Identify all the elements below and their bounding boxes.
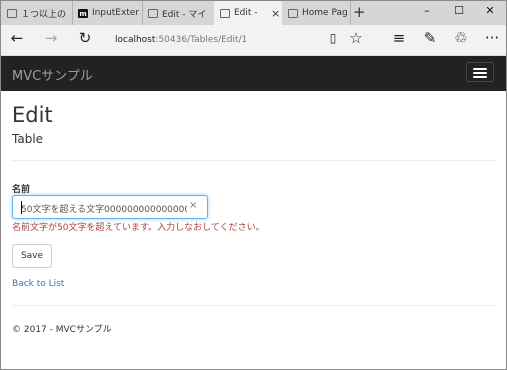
url-host: localhost	[115, 35, 156, 45]
page-title: Edit	[12, 103, 53, 127]
page-icon	[220, 8, 230, 18]
minimize-icon[interactable]: –	[420, 4, 434, 17]
back-arrow-icon[interactable]: ←	[7, 29, 27, 47]
menu-toggle-button[interactable]	[466, 62, 494, 82]
address-toolbar: ← → ↻ localhost:50436/Tables/Edit/1 ▯ ☆ …	[1, 25, 506, 56]
hub-icon[interactable]: ≡	[389, 29, 409, 47]
page-subtitle: Table	[12, 132, 44, 146]
divider	[12, 160, 496, 161]
tab-label: Edit -	[234, 8, 258, 18]
text-caret	[21, 201, 22, 214]
page-icon	[288, 8, 298, 18]
site-navbar: MVCサンプル	[1, 56, 506, 91]
save-button[interactable]: Save	[12, 244, 52, 268]
tab-label: Edit - マイ	[162, 9, 207, 20]
forward-arrow-icon[interactable]: →	[41, 29, 61, 47]
validation-error: 名前文字が50文字を超えています。入力しなおしてください。	[12, 223, 265, 233]
navbar-brand[interactable]: MVCサンプル	[12, 65, 93, 84]
divider	[12, 305, 496, 306]
hamburger-icon	[473, 68, 487, 70]
name-input-value: 50文字を超える文字000000000000000	[21, 205, 187, 215]
page-icon	[7, 8, 17, 18]
new-tab-icon[interactable]: +	[353, 3, 366, 21]
hamburger-icon	[473, 72, 487, 74]
m-logo-icon: m	[78, 8, 88, 18]
hamburger-icon	[473, 76, 487, 78]
maximize-icon[interactable]: ☐	[452, 4, 466, 17]
tab-2[interactable]: m InputExter	[72, 1, 143, 25]
share-icon[interactable]: ♲	[451, 29, 471, 47]
address-bar[interactable]: localhost:50436/Tables/Edit/1	[115, 25, 247, 55]
close-tab-icon[interactable]: ×	[271, 7, 280, 20]
tab-1[interactable]: １つ以上の	[1, 1, 73, 25]
url-path: :50436/Tables/Edit/1	[155, 35, 248, 45]
more-icon[interactable]: ···	[482, 29, 502, 47]
tab-label: Home Pag	[302, 8, 348, 18]
tab-label: InputExter	[92, 8, 140, 18]
name-label: 名前	[12, 185, 31, 195]
browser-window: １つ以上の m InputExter Edit - マイ Edit - × Ho…	[0, 0, 507, 370]
close-window-icon[interactable]: ✕	[483, 4, 497, 17]
page-icon	[148, 8, 158, 18]
tab-strip: １つ以上の m InputExter Edit - マイ Edit - × Ho…	[1, 1, 506, 25]
tab-label: １つ以上の	[21, 9, 67, 20]
web-note-icon[interactable]: ✎	[420, 29, 440, 47]
footer-text: © 2017 - MVCサンプル	[12, 325, 112, 335]
clear-input-icon[interactable]: ×	[189, 200, 197, 211]
tab-5[interactable]: Home Pag	[282, 1, 351, 25]
favorite-star-icon[interactable]: ☆	[346, 29, 366, 47]
tab-active[interactable]: Edit - ×	[214, 1, 282, 25]
reading-view-icon[interactable]: ▯	[323, 31, 343, 45]
tab-3[interactable]: Edit - マイ	[142, 1, 214, 25]
name-input[interactable]: 50文字を超える文字000000000000000 ×	[12, 195, 208, 219]
back-to-list-link[interactable]: Back to List	[12, 279, 64, 289]
refresh-icon[interactable]: ↻	[75, 29, 95, 47]
